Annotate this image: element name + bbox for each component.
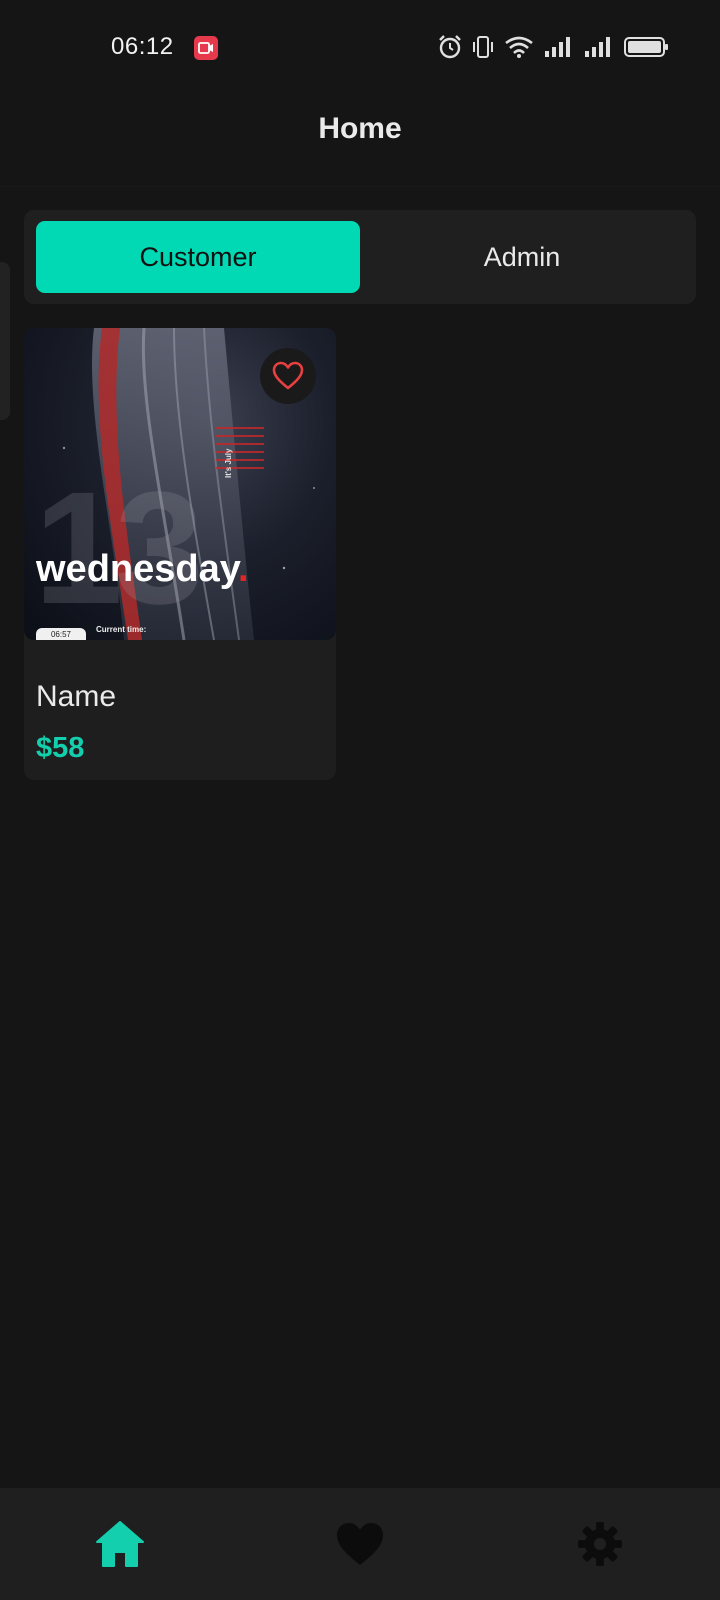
image-day-text: wednesday. <box>36 548 249 591</box>
battery-icon <box>624 35 670 64</box>
tab-customer[interactable]: Customer <box>36 221 360 293</box>
favorite-button[interactable] <box>260 348 316 404</box>
header-divider <box>0 186 720 187</box>
tab-admin[interactable]: Admin <box>360 221 684 293</box>
wifi-icon <box>504 35 534 64</box>
nav-home[interactable] <box>94 1518 146 1570</box>
image-month-text: It's July <box>224 448 233 478</box>
image-day-dot: . <box>238 548 249 590</box>
status-time: 06:12 <box>111 33 174 60</box>
status-icons <box>438 34 670 65</box>
nav-favorites[interactable] <box>334 1518 386 1570</box>
home-icon <box>96 1521 144 1567</box>
settings-icon <box>578 1522 622 1566</box>
vibrate-icon <box>472 35 494 64</box>
alarm-icon <box>438 34 462 65</box>
product-price: $58 <box>36 732 85 764</box>
product-image[interactable]: 13 wednesday. It's July 06:57 Current ti… <box>24 328 336 640</box>
product-card[interactable]: 13 wednesday. It's July 06:57 Current ti… <box>24 328 336 780</box>
signal-icon <box>544 36 574 63</box>
drawer-handle[interactable] <box>0 262 10 420</box>
page-title: Home <box>318 112 402 145</box>
role-segmented-control: Customer Admin <box>24 210 696 304</box>
product-name: Name <box>36 680 117 713</box>
image-time-caption: Current time: <box>96 625 147 634</box>
nav-settings[interactable] <box>574 1518 626 1570</box>
heart-outline-icon <box>272 361 304 390</box>
image-time-pill: 06:57 <box>36 628 86 640</box>
image-day-word: wednesday <box>36 548 239 590</box>
heart-icon <box>337 1523 383 1565</box>
screen-record-icon <box>194 36 218 60</box>
bottom-navigation <box>0 1488 720 1600</box>
status-bar: 06:12 <box>0 0 720 96</box>
signal-icon <box>584 36 614 63</box>
